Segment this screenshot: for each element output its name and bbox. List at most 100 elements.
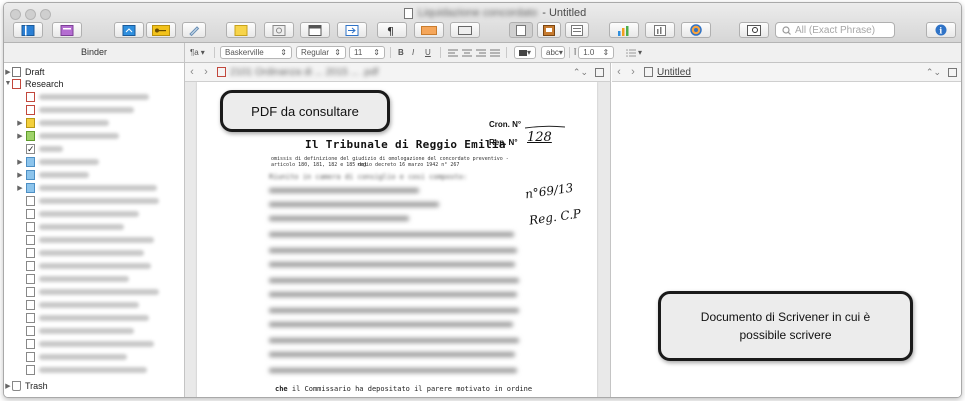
align-right-button[interactable] <box>476 46 486 59</box>
edit-button[interactable] <box>182 22 206 38</box>
project-search-input[interactable]: All (Exact Phrase) <box>775 22 895 38</box>
justify-icon <box>490 49 500 56</box>
underline-button[interactable]: U <box>425 46 431 59</box>
view-outliner-button[interactable] <box>565 22 589 38</box>
disclosure-triangle-icon[interactable]: ▶ <box>16 119 24 127</box>
chevron-down-icon: ▾ <box>638 48 643 57</box>
layout-button[interactable] <box>300 22 330 38</box>
split-toggle-icon[interactable] <box>948 67 957 77</box>
back-arrow-icon[interactable]: ‹ <box>185 66 199 78</box>
list-item[interactable] <box>4 207 184 220</box>
disclosure-triangle-icon[interactable]: ▶ <box>4 382 12 390</box>
text-file-icon <box>26 351 35 362</box>
right-editor-header: ‹ › Untitled ⌃⌄ <box>612 63 961 82</box>
add-document-button[interactable] <box>114 22 144 38</box>
font-family-select[interactable]: Baskerville ⇕ <box>220 46 292 59</box>
quick-reference-button[interactable] <box>739 22 769 38</box>
collections-button[interactable] <box>52 22 82 38</box>
list-item[interactable] <box>4 285 184 298</box>
bold-button[interactable]: B <box>398 46 404 59</box>
disclosure-triangle-icon[interactable]: ▶ <box>16 132 24 140</box>
list-item[interactable] <box>4 220 184 233</box>
compile-button[interactable] <box>337 22 367 38</box>
left-editor-header: ‹ › 2101 Ordinanza di ... 2015 ... .pdf … <box>185 63 611 82</box>
list-item[interactable] <box>4 272 184 285</box>
minimize-window-button[interactable] <box>25 9 36 20</box>
list-item[interactable] <box>4 90 184 103</box>
justify-button[interactable] <box>490 46 500 59</box>
keywords-button[interactable] <box>146 22 176 38</box>
trash-icon <box>12 380 21 391</box>
view-corkboard-button[interactable] <box>537 22 561 38</box>
checkbox-icon[interactable]: ✓ <box>26 143 35 154</box>
text-file-icon <box>26 364 35 375</box>
forward-arrow-icon[interactable]: › <box>626 66 640 78</box>
list-item[interactable]: ▶ <box>4 129 184 142</box>
disclosure-triangle-icon[interactable]: ▶ <box>16 158 24 166</box>
list-item[interactable] <box>4 350 184 363</box>
targets-button[interactable] <box>645 22 675 38</box>
list-item[interactable] <box>4 194 184 207</box>
binder-item-trash[interactable]: ▶ Trash <box>4 379 184 392</box>
color-swatch-icon <box>519 49 527 56</box>
pdf-heading: Il Tribunale di Reggio Emilia <box>305 138 506 151</box>
list-item[interactable] <box>4 246 184 259</box>
list-item[interactable]: ▶ <box>4 155 184 168</box>
list-item[interactable]: ▶ <box>4 116 184 129</box>
invisibles-button[interactable]: ¶ <box>377 22 407 38</box>
list-item[interactable]: ▶ <box>4 181 184 194</box>
align-left-button[interactable] <box>448 46 458 59</box>
stepper-icon: ⇕ <box>280 48 287 57</box>
binder-item-research[interactable]: ▼ Research <box>4 77 184 90</box>
align-center-button[interactable] <box>462 46 472 59</box>
list-item[interactable]: ✓ <box>4 142 184 155</box>
list-item[interactable] <box>4 324 184 337</box>
inspector-button[interactable]: i <box>926 22 956 38</box>
italic-button[interactable]: I <box>412 46 414 59</box>
back-arrow-icon[interactable]: ‹ <box>612 66 626 78</box>
paragraph-style-menu[interactable]: ¶a ▾ <box>190 46 205 59</box>
list-item[interactable] <box>4 363 184 376</box>
stepper-icon: ⇕ <box>373 48 380 57</box>
document-name[interactable]: 2101 Ordinanza di ... 2015 ... .pdf <box>230 67 378 78</box>
highlight-button[interactable] <box>414 22 444 38</box>
document-name[interactable]: Untitled <box>657 67 691 78</box>
list-item[interactable] <box>4 337 184 350</box>
divider <box>440 47 441 58</box>
binder-toggle-button[interactable] <box>13 22 43 38</box>
notes-button[interactable] <box>226 22 256 38</box>
list-item[interactable] <box>4 259 184 272</box>
composition-mode-button[interactable] <box>681 22 711 38</box>
forward-arrow-icon[interactable]: › <box>199 66 213 78</box>
split-toggle-icon[interactable] <box>595 67 604 77</box>
line-spacing-select[interactable]: Ī 1.0 ⇕ <box>574 46 615 59</box>
disclosure-triangle-icon[interactable]: ▶ <box>16 171 24 179</box>
folder-icon <box>26 156 35 167</box>
text-color-menu[interactable]: ▾ <box>514 46 536 59</box>
stepper-icon: ⇕ <box>334 48 341 57</box>
snapshot-button[interactable] <box>264 22 294 38</box>
list-item[interactable] <box>4 103 184 116</box>
align-center-icon <box>462 49 472 56</box>
list-item[interactable] <box>4 298 184 311</box>
text-file-icon <box>26 208 35 219</box>
font-style-select[interactable]: Regular ⇕ <box>296 46 346 59</box>
list-item[interactable] <box>4 311 184 324</box>
font-size-select[interactable]: 11 ⇕ <box>349 46 385 59</box>
divider <box>214 47 215 58</box>
disclosure-triangle-icon[interactable]: ▼ <box>4 80 12 87</box>
disclosure-triangle-icon[interactable]: ▶ <box>4 68 12 76</box>
zoom-window-button[interactable] <box>40 9 51 20</box>
statistics-button[interactable] <box>609 22 639 38</box>
up-down-arrows-icon[interactable]: ⌃⌄ <box>573 67 588 78</box>
list-menu[interactable]: ▾ <box>626 46 642 59</box>
list-item[interactable]: ▶ <box>4 168 184 181</box>
pdf-text-line: che il Commissario ha depositato il pare… <box>275 385 533 393</box>
up-down-arrows-icon[interactable]: ⌃⌄ <box>926 67 941 78</box>
disclosure-triangle-icon[interactable]: ▶ <box>16 184 24 192</box>
list-item[interactable] <box>4 233 184 246</box>
highlight-color-menu[interactable]: abc ▾ <box>541 46 565 59</box>
view-scrivenings-button[interactable] <box>509 22 533 38</box>
comment-button[interactable] <box>450 22 480 38</box>
close-window-button[interactable] <box>10 9 21 20</box>
